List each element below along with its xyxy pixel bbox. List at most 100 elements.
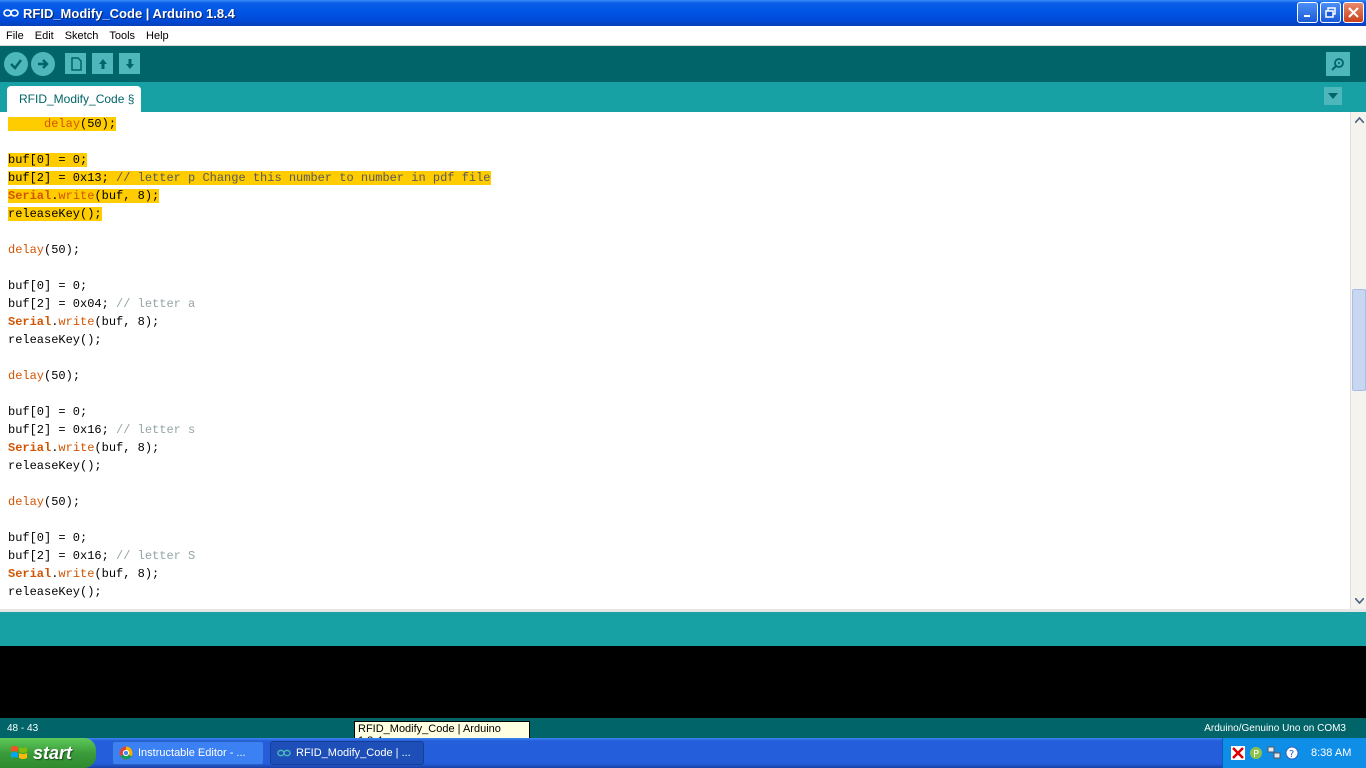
code-line-content: delay(50); [8, 369, 80, 383]
scroll-up-button[interactable] [1351, 112, 1366, 128]
code-token: (buf, 8); [94, 189, 160, 203]
code-line[interactable] [8, 223, 491, 241]
menu-tools[interactable]: Tools [103, 30, 140, 42]
code-line[interactable]: buf[2] = 0x13; // letter p Change this n… [8, 169, 491, 187]
console-output[interactable] [0, 646, 1366, 718]
code-token: delay [8, 495, 45, 509]
code-line-content: buf[2] = 0x13; // letter p Change this n… [8, 171, 491, 185]
code-token: buf[2] = 0x04; [8, 297, 117, 311]
svg-text:?: ? [1289, 749, 1294, 760]
code-line[interactable]: buf[2] = 0x16; // letter S [8, 547, 491, 565]
code-token: Serial [8, 315, 52, 329]
start-label: start [33, 742, 73, 763]
code-line[interactable]: releaseKey(); [8, 331, 491, 349]
code-line[interactable]: releaseKey(); [8, 457, 491, 475]
code-line[interactable] [8, 133, 491, 151]
tray-app-icon[interactable]: P [1249, 746, 1263, 760]
code-token: (50); [44, 369, 81, 383]
code-line[interactable]: Serial.write(buf, 8); [8, 565, 491, 583]
new-button[interactable] [65, 53, 86, 74]
code-line[interactable]: releaseKey(); [8, 583, 491, 601]
code-line[interactable]: Serial.write(buf, 8); [8, 439, 491, 457]
code-line[interactable]: Serial.write(buf, 8); [8, 187, 491, 205]
code-line[interactable]: delay(50); [8, 115, 491, 133]
upload-icon [38, 59, 49, 69]
clock: 8:38 AM [1311, 747, 1352, 759]
editor-scrollbar[interactable] [1350, 112, 1366, 609]
upload-button[interactable] [31, 52, 55, 76]
verify-button[interactable] [4, 52, 28, 76]
minimize-button[interactable] [1297, 2, 1318, 23]
code-editor[interactable]: delay(50); buf[0] = 0; buf[2] = 0x13; // l… [0, 112, 1350, 609]
antivirus-icon[interactable] [1231, 746, 1245, 760]
serial-monitor-button[interactable] [1326, 52, 1350, 76]
code-token: buf[0] = 0; [8, 279, 88, 293]
code-line-content: releaseKey(); [8, 207, 102, 221]
scroll-down-button[interactable] [1351, 593, 1366, 609]
code-token: (50); [44, 495, 81, 509]
menu-help[interactable]: Help [140, 30, 174, 42]
code-line[interactable]: buf[2] = 0x04; // letter a [8, 295, 491, 313]
code-line[interactable]: Serial.write(buf, 8); [8, 313, 491, 331]
start-button[interactable]: start [0, 738, 96, 768]
code-token: buf[0] = 0; [8, 405, 88, 419]
tab-menu-button[interactable] [1324, 87, 1342, 105]
code-line[interactable]: buf[2] = 0x16; // letter s [8, 421, 491, 439]
code-line[interactable]: buf[0] = 0; [8, 151, 491, 169]
code-line[interactable]: delay(50); [8, 241, 491, 259]
scroll-thumb[interactable] [1352, 289, 1366, 391]
code-line[interactable] [8, 475, 491, 493]
code-line-content: buf[2] = 0x16; // letter S [8, 549, 195, 563]
code-token: buf[0] = 0; [8, 531, 88, 545]
code-token: (buf, 8); [94, 567, 160, 581]
help-icon[interactable]: ? [1285, 746, 1299, 760]
code-line[interactable]: delay(50); [8, 367, 491, 385]
code-line[interactable]: releaseKey(); [8, 205, 491, 223]
save-button[interactable] [119, 53, 140, 74]
save-icon [125, 58, 134, 69]
code-line[interactable] [8, 259, 491, 277]
taskbar-item-arduino[interactable]: RFID_Modify_Code | ... [270, 741, 424, 765]
tab-rfid-modify-code[interactable]: RFID_Modify_Code § [7, 86, 141, 112]
code-line[interactable] [8, 349, 491, 367]
code-line-content: Serial.write(buf, 8); [8, 315, 159, 329]
code-token: releaseKey(); [8, 207, 102, 221]
code-line[interactable] [8, 385, 491, 403]
code-line[interactable]: buf[0] = 0; [8, 403, 491, 421]
code-line[interactable]: delay(50); [8, 493, 491, 511]
board-port-indicator: Arduino/Genuino Uno on COM3 [1204, 723, 1346, 734]
close-button[interactable] [1343, 2, 1364, 23]
code-text[interactable]: delay(50); buf[0] = 0; buf[2] = 0x13; // l… [8, 115, 491, 601]
task-label: Instructable Editor - ... [138, 747, 246, 759]
taskbar-item-instructable-editor[interactable]: Instructable Editor - ... [112, 741, 264, 765]
code-token: delay [8, 369, 45, 383]
window-controls [1297, 2, 1364, 23]
network-icon[interactable] [1267, 746, 1281, 760]
window-title: RFID_Modify_Code | Arduino 1.8.4 [23, 5, 235, 21]
chrome-icon [119, 746, 133, 760]
menu-edit[interactable]: Edit [29, 30, 59, 42]
verify-icon [10, 59, 22, 70]
new-icon [70, 56, 82, 71]
code-line[interactable]: buf[0] = 0; [8, 529, 491, 547]
code-line-content: buf[0] = 0; [8, 531, 87, 545]
scroll-down-icon [1354, 598, 1364, 604]
restore-button[interactable] [1320, 2, 1341, 23]
code-line-content: delay(50); [8, 243, 80, 257]
code-line-content: buf[0] = 0; [8, 405, 87, 419]
menu-file[interactable]: File [0, 30, 29, 42]
code-line-content: Serial.write(buf, 8); [8, 189, 160, 203]
code-line-content: Serial.write(buf, 8); [8, 441, 159, 455]
code-line-content: releaseKey(); [8, 585, 102, 599]
code-token: releaseKey(); [8, 585, 102, 599]
title-bar[interactable]: RFID_Modify_Code | Arduino 1.8.4 [0, 0, 1366, 26]
menu-sketch[interactable]: Sketch [59, 30, 104, 42]
code-token: write [58, 441, 95, 455]
code-line[interactable]: buf[0] = 0; [8, 277, 491, 295]
code-line-content: buf[0] = 0; [8, 153, 88, 167]
code-line[interactable] [8, 511, 491, 529]
open-button[interactable] [92, 53, 113, 74]
code-line-content: buf[2] = 0x16; // letter s [8, 423, 195, 437]
code-token: (50); [80, 117, 117, 131]
line-column-indicator: 48 - 43 [7, 723, 39, 734]
